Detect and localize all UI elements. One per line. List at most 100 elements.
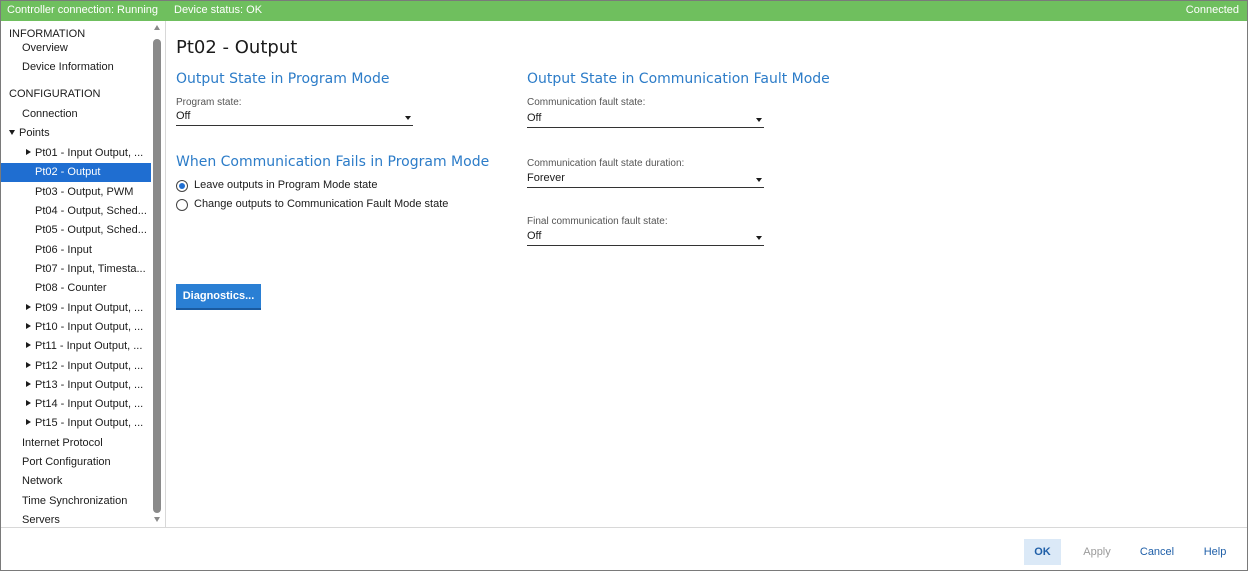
sidebar-item[interactable]: Pt03 - Output, PWM: [1, 183, 151, 202]
sidebar-item[interactable]: Pt09 - Input Output, ...: [1, 299, 151, 318]
sidebar-item[interactable]: Time Synchronization: [1, 492, 151, 511]
sidebar-item[interactable]: Network: [1, 472, 151, 491]
sidebar-divider: [165, 21, 166, 527]
sidebar-item-label: Pt01 - Input Output, ...: [35, 147, 144, 159]
sidebar-item[interactable]: Servers: [1, 511, 151, 527]
sidebar-item-label: Port Configuration: [22, 456, 111, 468]
connected-status: Connected: [1185, 4, 1239, 16]
sidebar-item-label: Points: [19, 127, 50, 139]
fault-mode-section-title: Output State in Communication Fault Mode: [527, 71, 830, 87]
sidebar-item-label: Pt02 - Output: [35, 166, 101, 178]
diagnostics-button[interactable]: Diagnostics...: [176, 284, 261, 310]
fault-duration-select[interactable]: Forever: [527, 170, 764, 188]
sidebar-item-label: Pt09 - Input Output, ...: [35, 302, 144, 314]
sidebar-item[interactable]: Pt14 - Input Output, ...: [1, 395, 151, 414]
sidebar-item-label: Pt10 - Input Output, ...: [35, 321, 144, 333]
radio-leave-outputs-label: Leave outputs in Program Mode state: [194, 179, 378, 191]
sidebar-item[interactable]: Pt08 - Counter: [1, 279, 151, 298]
expand-right-icon[interactable]: [26, 323, 31, 330]
sidebar-item-label: Internet Protocol: [22, 437, 103, 449]
controller-connection-status: Controller connection: Running: [7, 4, 159, 16]
sidebar-item[interactable]: Pt01 - Input Output, ...: [1, 144, 151, 163]
sidebar-item-label: Pt15 - Input Output, ...: [35, 417, 144, 429]
radio-change-outputs-label: Change outputs to Communication Fault Mo…: [194, 198, 449, 210]
scroll-up-arrow-icon[interactable]: [154, 25, 160, 30]
sidebar-item[interactable]: Pt12 - Input Output, ...: [1, 357, 151, 376]
page-title: Pt02 - Output: [176, 37, 298, 58]
sidebar-section-header: CONFIGURATION: [1, 85, 151, 104]
device-status: Device status: OK: [174, 4, 263, 16]
fault-state-label: Communication fault state:: [527, 97, 646, 108]
final-fault-state-select[interactable]: Off: [527, 228, 764, 246]
sidebar-item-label: Connection: [22, 108, 78, 120]
apply-button[interactable]: Apply: [1077, 539, 1117, 565]
sidebar-item-label: Pt04 - Output, Sched...: [35, 205, 147, 217]
program-mode-section-title: Output State in Program Mode: [176, 71, 390, 87]
chevron-down-icon: [756, 118, 762, 122]
sidebar-item-label: Pt06 - Input: [35, 244, 92, 256]
sidebar-item-label: CONFIGURATION: [9, 88, 101, 100]
cancel-button[interactable]: Cancel: [1135, 539, 1179, 565]
fault-state-select[interactable]: Off: [527, 110, 764, 128]
fault-duration-value: Forever: [527, 172, 565, 184]
sidebar-item[interactable]: Pt04 - Output, Sched...: [1, 202, 151, 221]
scroll-down-arrow-icon[interactable]: [154, 517, 160, 522]
sidebar-nav: INFORMATION Overview Device Information CON…: [1, 21, 164, 527]
final-fault-state-label: Final communication fault state:: [527, 216, 668, 227]
settings-window: Controller connection: Running Device st…: [0, 0, 1248, 571]
fault-state-value: Off: [527, 112, 542, 124]
expand-right-icon[interactable]: [26, 400, 31, 407]
sidebar-item-label: Pt13 - Input Output, ...: [35, 379, 144, 391]
sidebar-item[interactable]: Connection: [1, 105, 151, 124]
sidebar-item-label: Pt03 - Output, PWM: [35, 186, 134, 198]
sidebar-item-label: Time Synchronization: [22, 495, 128, 507]
sidebar-item[interactable]: Pt13 - Input Output, ...: [1, 376, 151, 395]
sidebar-item[interactable]: Pt15 - Input Output, ...: [1, 414, 151, 433]
final-fault-state-value: Off: [527, 230, 542, 242]
sidebar-item-label: Pt12 - Input Output, ...: [35, 360, 144, 372]
radio-button-unchecked[interactable]: [176, 199, 188, 211]
sidebar-item[interactable]: Pt05 - Output, Sched...: [1, 221, 151, 240]
comm-fails-section-title: When Communication Fails in Program Mode: [176, 154, 490, 170]
status-bar: Controller connection: Running Device st…: [1, 1, 1247, 21]
program-state-value: Off: [176, 110, 191, 122]
program-state-label: Program state:: [176, 97, 242, 108]
sidebar-item[interactable]: Points: [1, 124, 151, 143]
sidebar-item[interactable]: Device Information: [1, 58, 151, 77]
footer-divider: [1, 527, 1247, 528]
sidebar-item[interactable]: Internet Protocol: [1, 434, 151, 453]
chevron-down-icon: [756, 178, 762, 182]
ok-button[interactable]: OK: [1024, 539, 1061, 565]
sidebar-scrollbar[interactable]: [151, 21, 163, 527]
expand-right-icon[interactable]: [26, 342, 31, 349]
sidebar-item[interactable]: Port Configuration: [1, 453, 151, 472]
sidebar-item[interactable]: Pt06 - Input: [1, 241, 151, 260]
sidebar-item-label: Pt11 - Input Output, ...: [35, 340, 143, 352]
expand-right-icon[interactable]: [26, 149, 31, 156]
help-button[interactable]: Help: [1197, 539, 1233, 565]
sidebar-item-label: Device Information: [22, 61, 114, 73]
expand-right-icon[interactable]: [26, 362, 31, 369]
sidebar-item[interactable]: Pt10 - Input Output, ...: [1, 318, 151, 337]
sidebar-item[interactable]: Pt11 - Input Output, ...: [1, 337, 151, 356]
scroll-thumb[interactable]: [153, 39, 161, 513]
radio-button-checked[interactable]: [176, 180, 188, 192]
chevron-down-icon: [756, 236, 762, 240]
fault-duration-label: Communication fault state duration:: [527, 158, 685, 169]
sidebar-item-label: Overview: [22, 42, 68, 54]
expand-right-icon[interactable]: [26, 304, 31, 311]
chevron-down-icon: [405, 116, 411, 120]
sidebar-item[interactable]: Overview: [1, 39, 151, 58]
sidebar-item[interactable]: Pt02 - Output: [1, 163, 151, 182]
sidebar-item-label: Pt05 - Output, Sched...: [35, 224, 147, 236]
expand-right-icon[interactable]: [26, 381, 31, 388]
sidebar-item-label: Pt08 - Counter: [35, 282, 107, 294]
sidebar-item-label: Network: [22, 475, 63, 487]
sidebar-item-label: Servers: [22, 514, 60, 526]
sidebar-item-label: Pt07 - Input, Timesta...: [35, 263, 146, 275]
sidebar-item-label: Pt14 - Input Output, ...: [35, 398, 144, 410]
sidebar-item[interactable]: Pt07 - Input, Timesta...: [1, 260, 151, 279]
expand-down-icon[interactable]: [9, 129, 15, 135]
expand-right-icon[interactable]: [26, 419, 31, 426]
program-state-select[interactable]: Off: [176, 108, 413, 126]
